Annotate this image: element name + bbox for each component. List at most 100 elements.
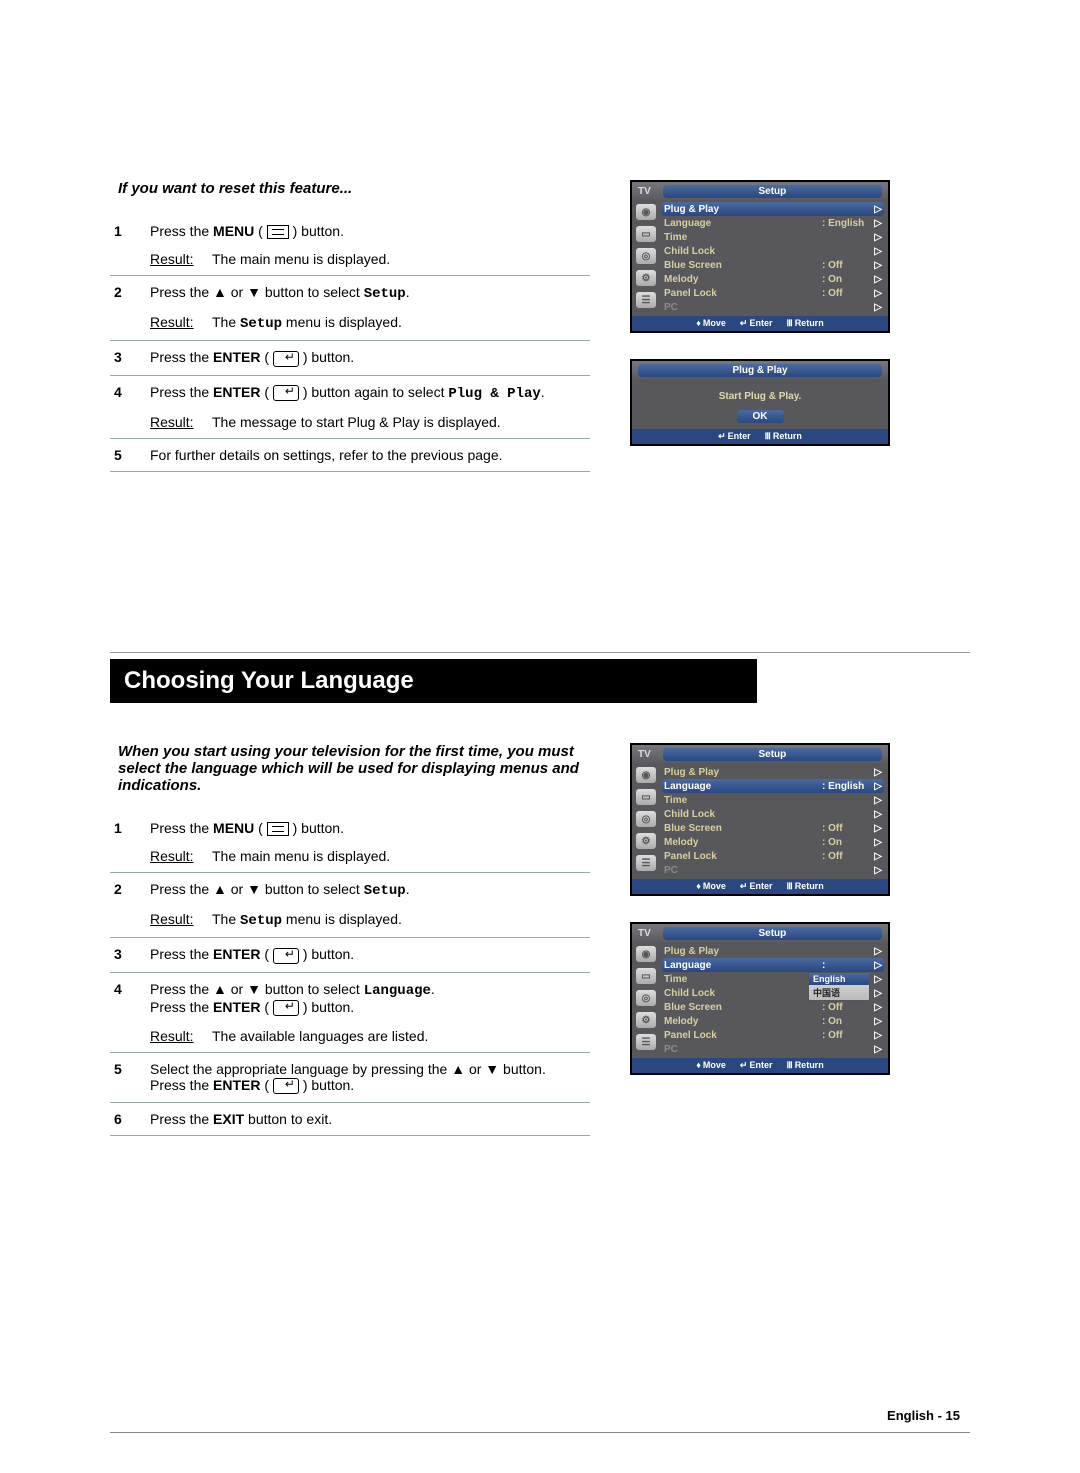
hint-enter: ↵Enter xyxy=(740,318,773,329)
step-number: 6 xyxy=(110,1103,146,1136)
picture-icon[interactable]: ◉ xyxy=(636,204,656,220)
osd-titlebar: TV Setup xyxy=(632,924,888,942)
step-instruction: Press the ENTER ( ) button. xyxy=(146,341,590,375)
hint-enter: ↵Enter xyxy=(740,881,773,892)
osd-menu-item[interactable]: Melody: On▷ xyxy=(662,272,884,286)
hint-return: ⅢReturn xyxy=(765,431,802,442)
step-number: 2 xyxy=(110,276,146,309)
osd-menu-item[interactable]: Child Lock▷ xyxy=(662,807,884,821)
osd-menu-item[interactable]: Panel Lock: Off▷ xyxy=(662,849,884,863)
enter-icon xyxy=(273,1000,299,1016)
osd-menu-item[interactable]: Time▷ xyxy=(662,793,884,807)
section-reset: If you want to reset this feature... 1Pr… xyxy=(110,180,970,472)
step-instruction: Press the EXIT button to exit. xyxy=(146,1103,590,1136)
input-icon[interactable]: ☰ xyxy=(636,1034,656,1050)
osd-menu-item[interactable]: Language: English▷ xyxy=(662,779,884,793)
step-result: Result:The main menu is displayed. xyxy=(146,842,590,873)
step-number: 2 xyxy=(110,873,146,906)
manual-page: If you want to reset this feature... 1Pr… xyxy=(0,0,1080,1473)
language-steps-table: 1Press the MENU ( ) button.Result:The ma… xyxy=(110,812,590,1136)
step-number: 1 xyxy=(110,215,146,245)
hint-move: ♦Move xyxy=(696,881,726,892)
step-instruction: Press the ▲ or ▼ button to select Setup. xyxy=(146,276,590,309)
osd-tv-label: TV xyxy=(632,928,657,939)
channel-icon[interactable]: ◎ xyxy=(636,990,656,1006)
osd-menu-item[interactable]: Child Lock▷ xyxy=(662,244,884,258)
enter-icon xyxy=(273,351,299,367)
channel-icon[interactable]: ◎ xyxy=(636,811,656,827)
osd-menu-item[interactable]: Blue Screen: Off▷ xyxy=(662,258,884,272)
hint-move: ♦Move xyxy=(696,1060,726,1071)
osd-plug-and-play: Plug & PlayStart Plug & Play.OK↵EnterⅢRe… xyxy=(630,359,890,446)
osd-menu-item[interactable]: Language:▷ xyxy=(662,958,884,972)
hint-enter: ↵Enter xyxy=(718,431,751,442)
osd-title: Plug & Play xyxy=(638,364,882,377)
step-instruction: For further details on settings, refer t… xyxy=(146,438,590,471)
osd-setup-1: TVSetup ◉ ▭ ◎ ⚙ ☰ Plug & Play▷Language: Englis… xyxy=(630,180,890,333)
hint-return: ⅢReturn xyxy=(786,1060,823,1071)
osd-footer: ↵Enter ⅢReturn xyxy=(632,429,888,444)
osd-footer: ♦Move ↵Enter ⅢReturn xyxy=(632,1058,888,1073)
step-instruction: Select the appropriate language by press… xyxy=(146,1052,590,1102)
step-number: 1 xyxy=(110,812,146,842)
input-icon[interactable]: ☰ xyxy=(636,292,656,308)
section-language: When you start using your television for… xyxy=(110,743,970,1136)
step-number: 5 xyxy=(110,1052,146,1102)
osd-menu-item[interactable]: Time▷ xyxy=(662,230,884,244)
osd-menu-item[interactable]: PC▷ xyxy=(662,300,884,314)
hint-enter: ↵Enter xyxy=(740,1060,773,1071)
osd-titlebar: TVSetup xyxy=(632,745,888,763)
step-result: Result:The available languages are liste… xyxy=(146,1022,590,1053)
language-dropdown[interactable]: English中国语 xyxy=(808,972,870,1001)
picture-icon[interactable]: ◉ xyxy=(636,767,656,783)
step-number: 3 xyxy=(110,341,146,375)
osd-menu-item[interactable]: Panel Lock: Off▷ xyxy=(662,1028,884,1042)
step-result: Result:The message to start Plug & Play … xyxy=(146,408,590,439)
osd-menu-item[interactable]: Plug & Play▷ xyxy=(662,765,884,779)
sound-icon[interactable]: ▭ xyxy=(636,789,656,805)
osd-menu-item[interactable]: Melody: On▷ xyxy=(662,835,884,849)
osd-tv-label: TV xyxy=(632,186,657,197)
page-footer: English - 15 xyxy=(887,1408,960,1423)
osd-menu-item[interactable]: Language: English▷ xyxy=(662,216,884,230)
setup-icon[interactable]: ⚙ xyxy=(636,1012,656,1028)
step-result: Result:The Setup menu is displayed. xyxy=(146,905,590,938)
step-instruction: Press the MENU ( ) button. xyxy=(146,215,590,245)
setup-icon[interactable]: ⚙ xyxy=(636,270,656,286)
osd-menu-item[interactable]: Plug & Play▷ xyxy=(662,944,884,958)
sound-icon[interactable]: ▭ xyxy=(636,968,656,984)
language-intro: When you start using your television for… xyxy=(110,743,590,794)
input-icon[interactable]: ☰ xyxy=(636,855,656,871)
osd-menu-item[interactable]: Plug & Play▷ xyxy=(662,202,884,216)
step-result: Result:The main menu is displayed. xyxy=(146,245,590,276)
setup-icon[interactable]: ⚙ xyxy=(636,833,656,849)
menu-icon xyxy=(267,225,289,239)
menu-icon xyxy=(267,822,289,836)
hint-return: ⅢReturn xyxy=(786,318,823,329)
osd-category-icons: ◉ ▭ ◎ ⚙ ☰ xyxy=(632,200,660,316)
section-title-wrap: Choosing Your Language xyxy=(110,652,970,703)
sound-icon[interactable]: ▭ xyxy=(636,226,656,242)
picture-icon[interactable]: ◉ xyxy=(636,946,656,962)
osd-title: Setup xyxy=(663,927,882,940)
step-instruction: Press the ENTER ( ) button. xyxy=(146,938,590,972)
step-instruction: Press the ▲ or ▼ button to select Setup. xyxy=(146,873,590,906)
step-result: Result:The Setup menu is displayed. xyxy=(146,308,590,341)
osd-menu-item[interactable]: PC▷ xyxy=(662,1042,884,1056)
osd-titlebar: TVSetup xyxy=(632,182,888,200)
channel-icon[interactable]: ◎ xyxy=(636,248,656,264)
enter-icon xyxy=(273,385,299,401)
osd-menu-item[interactable]: Panel Lock: Off▷ xyxy=(662,286,884,300)
dropdown-option[interactable]: English xyxy=(809,973,869,985)
enter-icon xyxy=(273,948,299,964)
osd-category-icons: ◉ ▭ ◎ ⚙ ☰ xyxy=(632,763,660,879)
step-number: 4 xyxy=(110,972,146,1022)
ok-button[interactable]: OK xyxy=(737,410,784,423)
osd-menu-item[interactable]: Blue Screen: Off▷ xyxy=(662,821,884,835)
step-instruction: Press the ENTER ( ) button again to sele… xyxy=(146,375,590,408)
step-instruction: Press the MENU ( ) button. xyxy=(146,812,590,842)
dropdown-option[interactable]: 中国语 xyxy=(809,985,869,1000)
osd-menu-item[interactable]: PC▷ xyxy=(662,863,884,877)
osd-menu-item[interactable]: Melody: On▷ xyxy=(662,1014,884,1028)
osd-menu-item[interactable]: Blue Screen: Off▷ xyxy=(662,1000,884,1014)
